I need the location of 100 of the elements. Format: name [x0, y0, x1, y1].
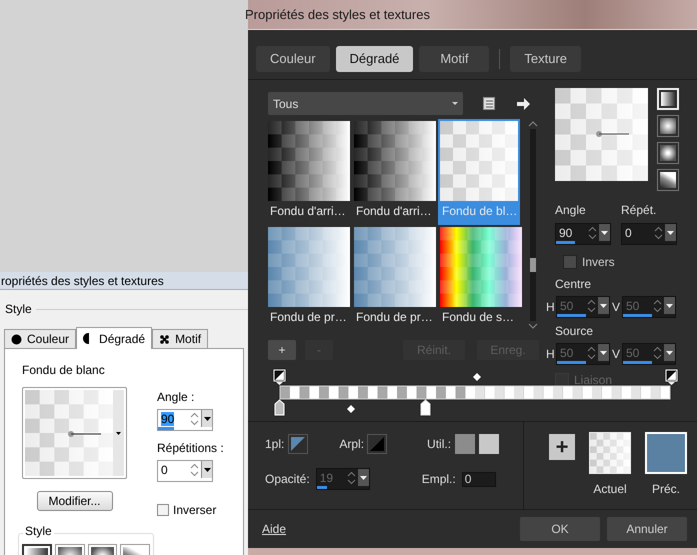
location-field[interactable]: 0	[462, 472, 496, 486]
field-label: Répét.	[621, 202, 658, 219]
gradient-style-button[interactable]	[657, 169, 679, 191]
field-label: Opacité:	[265, 471, 310, 488]
list-icon[interactable]	[483, 97, 495, 110]
spin-arrows-icon[interactable]	[588, 226, 597, 240]
tile-label: Fondu d'arri…	[269, 203, 347, 220]
gradient-tile[interactable]: Fondu de s…	[440, 227, 522, 329]
tab[interactable]: Texture	[510, 46, 582, 72]
tab[interactable]: Motif	[152, 329, 208, 348]
field-label: Empl.:	[422, 471, 456, 488]
add-button[interactable]: +	[549, 434, 575, 460]
field-label: Angle :	[157, 389, 196, 406]
dotted-circle-icon	[159, 334, 170, 344]
previous-color-preview	[645, 432, 687, 474]
angle-handle-icon	[595, 130, 629, 138]
window-title: Propriétés des styles et textures	[245, 6, 430, 24]
number-spin-field[interactable]: 0	[157, 460, 213, 482]
modify-button[interactable]: Modifier...	[36, 491, 112, 511]
chevron-down-icon[interactable]	[528, 323, 538, 329]
category-dropdown[interactable]: Tous	[268, 92, 463, 115]
gradient-tile[interactable]: Fondu d'arri…	[354, 121, 436, 223]
color-swatch[interactable]	[479, 434, 500, 454]
gradient-style-button[interactable]	[657, 115, 679, 137]
gallery-button[interactable]: +	[268, 340, 296, 360]
window-title: ropriétés des styles et textures	[1, 272, 164, 290]
cancel-button[interactable]: Annuler	[607, 517, 687, 541]
field-value: 0	[624, 226, 633, 238]
dropdown-arrow-button[interactable]	[665, 224, 676, 241]
field-value: 90	[160, 412, 176, 424]
scrollbar-thumb[interactable]	[530, 258, 536, 272]
number-spin-field[interactable]: 0	[621, 223, 677, 245]
field-value: 19	[318, 472, 334, 484]
field-value: 50	[559, 300, 574, 312]
gradient-tile[interactable]: Fondu de pr…	[268, 227, 350, 329]
gradient-tile[interactable]: Fondu de pr…	[354, 227, 436, 329]
caret-icon	[601, 230, 608, 234]
checkbox[interactable]	[563, 255, 577, 269]
caret-icon	[452, 102, 458, 105]
field-value: 50	[559, 346, 574, 358]
preview-label: Actuel	[593, 481, 627, 498]
tile-label: Fondu de s…	[441, 309, 516, 326]
caret-icon	[600, 350, 607, 354]
tile-label: Fondu de pr…	[355, 309, 434, 326]
caret-icon	[204, 416, 210, 420]
dropdown-arrow-button[interactable]	[599, 224, 610, 241]
caret-icon	[666, 350, 673, 354]
preview-label: Préc.	[652, 481, 680, 498]
scrollbar[interactable]	[528, 121, 538, 329]
group-label: Centre	[555, 276, 592, 293]
axis-label: V	[612, 346, 620, 363]
gradient-tile[interactable]: Fondu d'arri…	[268, 121, 350, 223]
checkbox-label: Invers	[582, 254, 615, 271]
field-label: Util.:	[427, 436, 452, 453]
caret-icon	[667, 230, 674, 234]
filled-circle-icon	[11, 334, 22, 344]
caret-icon	[666, 304, 673, 308]
group-label: Source	[555, 323, 594, 340]
gradient-name: Fondu de blanc	[22, 362, 106, 379]
dropdown-arrow-button[interactable]	[201, 410, 212, 427]
field-label: 1pl:	[265, 436, 284, 453]
field-value: 90	[558, 226, 574, 238]
spin-arrows-icon[interactable]	[654, 226, 663, 240]
first-color-swatch[interactable]	[288, 434, 308, 454]
back-color-swatch[interactable]	[367, 434, 388, 454]
section-label: Style	[5, 301, 32, 318]
group-label: Style	[23, 525, 54, 537]
arrow-right-icon[interactable]	[517, 98, 530, 110]
gradient-preview-frame[interactable]	[22, 387, 127, 479]
tab[interactable]: Motif	[419, 46, 490, 72]
dropdown-arrow-button[interactable]	[201, 461, 212, 478]
tile-label: Fondu de bl…	[441, 203, 518, 220]
axis-label: V	[612, 299, 620, 316]
checkbox-label: Liaison	[574, 372, 612, 389]
chevron-up-icon[interactable]	[528, 121, 538, 127]
angle-handle-icon	[67, 430, 101, 438]
field-value: 50	[625, 300, 640, 312]
axis-label: H	[546, 346, 554, 363]
axis-label: H	[546, 299, 554, 316]
tile-label: Fondu de pr…	[269, 309, 348, 326]
checkbox[interactable]	[157, 504, 169, 516]
number-spin-field[interactable]: 90	[157, 409, 213, 431]
caret-icon	[204, 468, 210, 472]
ok-button[interactable]: OK	[520, 517, 600, 541]
tab[interactable]: Couleur	[256, 46, 330, 72]
caret-icon	[360, 476, 367, 480]
number-spin-field[interactable]: 90	[555, 223, 611, 245]
help-link[interactable]: Aide	[262, 520, 286, 538]
checkbox-label: Inverser	[173, 502, 216, 519]
field-value: 50	[625, 346, 640, 358]
color-swatch[interactable]	[455, 434, 476, 454]
caret-icon	[600, 304, 607, 308]
tab[interactable]: Couleur	[4, 329, 76, 348]
caret-icon	[116, 432, 121, 434]
field-label: Angle	[555, 202, 587, 219]
field-label: Arpl:	[339, 436, 364, 453]
tile-label: Fondu d'arri…	[355, 203, 433, 220]
tab[interactable]: Dégradé	[76, 327, 152, 349]
tab[interactable]: Dégradé	[336, 46, 414, 72]
gradient-style-button[interactable]	[657, 142, 679, 164]
